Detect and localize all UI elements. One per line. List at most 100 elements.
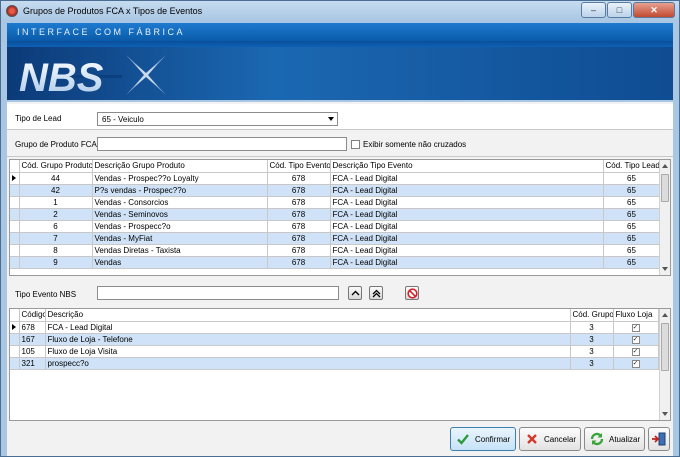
scroll-thumb[interactable] [661,174,669,202]
table-row[interactable]: 2 Vendas - Seminovos 678 FCA - Lead Digi… [10,208,661,221]
cell: FCA - Lead Digital [330,184,604,197]
cell: 678 [19,321,46,334]
fluxo-loja-checkbox[interactable]: ✓ [631,324,640,332]
table-row[interactable]: 167 Fluxo de Loja - Telefone 3 ✓ [10,333,659,346]
cell: 65 [603,208,661,221]
cell: Vendas [92,256,268,269]
col-fluxo-loja[interactable]: Fluxo Loja [613,309,659,322]
cell: 65 [603,172,661,185]
cell: 3 [570,345,614,358]
table-row[interactable]: 105 Fluxo de Loja Visita 3 ✓ [10,345,659,358]
cell: 65 [603,196,661,209]
cell: 7 [19,232,93,245]
cell: 42 [19,184,93,197]
close-button[interactable]: ✕ [633,2,675,18]
exibir-label: Exibir somente não cruzados [363,140,467,149]
col-desc-tipo-evento[interactable]: Descrição Tipo Evento [330,160,604,173]
confirmar-button[interactable]: Confirmar [450,427,516,451]
double-chevron-up-icon [372,289,381,298]
cell: 3 [570,321,614,334]
window-title: Grupos de Produtos FCA x Tipos de Evento… [23,6,203,16]
cell: Vendas - Prospec??o Loyalty [92,172,268,185]
cell: 9 [19,256,93,269]
tipos-evento-grid[interactable]: Código Descrição Cód. Grupo Fluxo Loja 6… [9,308,671,421]
move-up-button[interactable] [348,286,362,300]
sair-button[interactable] [648,427,670,451]
svg-text:NBS: NBS [19,56,104,97]
cell: FCA - Lead Digital [330,208,604,221]
atualizar-button[interactable]: Atualizar [584,427,645,451]
fluxo-loja-checkbox[interactable]: ✓ [631,360,640,368]
x-emblem-icon [126,55,166,95]
tipos-evento-scrollbar[interactable] [659,309,670,420]
prohibited-icon [407,288,418,299]
grupo-produto-input[interactable] [97,137,347,151]
chevron-down-icon [328,117,334,121]
table-row[interactable]: 321 prospecc?o 3 ✓ [10,357,659,370]
col-desc-grupo[interactable]: Descrição Grupo Produto [92,160,268,173]
confirmar-label: Confirmar [475,434,511,444]
chevron-up-icon [351,290,360,296]
cell: 678 [267,220,331,233]
tipo-lead-label: Tipo de Lead [15,114,62,123]
cell: 678 [267,196,331,209]
grupos-scrollbar[interactable] [659,160,670,275]
tipo-lead-select[interactable]: 65 - Veiculo [97,112,338,126]
cell: 105 [19,345,46,358]
cell: 6 [19,220,93,233]
cancelar-button[interactable]: Cancelar [519,427,581,451]
move-top-button[interactable] [369,286,383,300]
col-descricao[interactable]: Descrição [45,309,571,322]
grupos-grid[interactable]: Cód. Grupo Produto Descrição Grupo Produ… [9,159,671,276]
title-bar[interactable]: Grupos de Produtos FCA x Tipos de Evento… [1,1,679,21]
table-row[interactable]: 8 Vendas Diretas - Taxista 678 FCA - Lea… [10,244,661,257]
table-row[interactable]: 6 Vendas - Prospecc?o 678 FCA - Lead Dig… [10,220,661,233]
col-cod-tipo-evento[interactable]: Cód. Tipo Evento [267,160,331,173]
exit-door-icon [651,431,667,447]
col-cod-tipo-lead[interactable]: Cód. Tipo Lead [603,160,661,173]
exibir-checkbox[interactable] [351,140,360,149]
cell: Fluxo de Loja - Telefone [45,333,571,346]
scroll-up-icon[interactable] [662,164,668,168]
remove-button[interactable] [405,286,419,300]
cell: 678 [267,208,331,221]
cell: 2 [19,208,93,221]
scroll-up-icon[interactable] [662,313,668,317]
scroll-down-icon[interactable] [662,267,668,271]
tipo-evento-input[interactable] [97,286,339,300]
table-row[interactable]: 678 FCA - Lead Digital 3 ✓ [10,321,659,334]
cell: FCA - Lead Digital [330,196,604,209]
cell: 678 [267,256,331,269]
cell: 65 [603,220,661,233]
fluxo-loja-checkbox[interactable]: ✓ [631,336,640,344]
maximize-button[interactable]: □ [607,2,632,18]
cell: FCA - Lead Digital [330,220,604,233]
checkmark-icon [455,431,471,447]
scroll-down-icon[interactable] [662,412,668,416]
cell: 678 [267,232,331,245]
cell: Vendas - Seminovos [92,208,268,221]
app-icon [6,5,18,17]
cell: Vendas - Prospecc?o [92,220,268,233]
col-cod-grupo[interactable]: Cód. Grupo Produto [19,160,93,173]
cell: P?s vendas - Prospec??o [92,184,268,197]
table-row[interactable]: 42 P?s vendas - Prospec??o 678 FCA - Lea… [10,184,661,197]
cell: 65 [603,256,661,269]
cell: FCA - Lead Digital [330,244,604,257]
table-row[interactable]: 44 Vendas - Prospec??o Loyalty 678 FCA -… [10,172,661,185]
cell: 65 [603,184,661,197]
tipo-evento-label: Tipo Evento NBS [15,290,77,299]
cell: 3 [570,357,614,370]
cancel-x-icon [524,431,540,447]
table-row[interactable]: 7 Vendas - MyFiat 678 FCA - Lead Digital… [10,232,661,245]
col-cod-grupo[interactable]: Cód. Grupo [570,309,614,322]
fluxo-loja-checkbox[interactable]: ✓ [631,348,640,356]
table-row[interactable]: 9 Vendas 678 FCA - Lead Digital 65 [10,256,661,269]
atualizar-label: Atualizar [609,434,641,444]
scroll-thumb[interactable] [661,323,669,371]
cell: 1 [19,196,93,209]
col-codigo[interactable]: Código [19,309,46,322]
table-row[interactable]: 1 Vendas - Consorcios 678 FCA - Lead Dig… [10,196,661,209]
minimize-button[interactable]: – [581,2,606,18]
cell: Vendas - MyFiat [92,232,268,245]
